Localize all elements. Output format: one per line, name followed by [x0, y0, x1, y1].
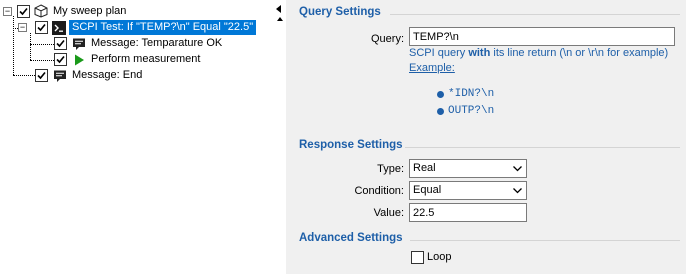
message-ok-checkbox[interactable]	[54, 37, 67, 50]
package-icon	[34, 4, 48, 18]
condition-label: Condition:	[354, 185, 404, 197]
scpi-test-expander[interactable]: −	[18, 23, 27, 32]
scpi-test-checkbox[interactable]	[35, 21, 48, 34]
bullet-icon	[437, 91, 444, 98]
collapse-icon: −	[4, 6, 11, 16]
query-label: Query:	[370, 33, 404, 45]
example-query[interactable]: *IDN?\n	[448, 88, 494, 100]
query-hint: SCPI query with its line return (\n or \…	[409, 46, 679, 60]
loop-checkbox[interactable]	[411, 251, 424, 264]
play-icon	[75, 54, 84, 66]
section-divider	[390, 14, 680, 15]
bullet-icon	[437, 108, 444, 115]
tree-line	[13, 75, 35, 76]
message-end-checkbox[interactable]	[35, 69, 48, 82]
type-select[interactable]: Real	[409, 159, 527, 178]
section-divider	[405, 147, 680, 148]
query-input[interactable]	[409, 27, 675, 46]
hint-bold-text: with	[468, 47, 491, 59]
chevron-down-icon	[513, 188, 522, 194]
sweep-plan-tree[interactable]: − My sweep plan − SCPI Test: If "TEMP?\n…	[0, 0, 283, 274]
loop-label[interactable]: Loop	[427, 251, 451, 263]
section-divider	[410, 240, 680, 241]
type-label: Type:	[377, 163, 404, 175]
condition-select[interactable]: Equal	[409, 181, 527, 200]
tree-line	[30, 44, 54, 45]
value-input[interactable]	[409, 203, 527, 222]
chevron-down-icon	[513, 166, 522, 172]
type-select-value: Real	[413, 162, 436, 174]
root-checkbox[interactable]	[17, 5, 30, 18]
collapse-icon: −	[19, 22, 26, 32]
value-label: Value:	[373, 207, 404, 219]
scroll-up-arrow-icon[interactable]	[277, 17, 283, 21]
tree-node-scpi-test[interactable]: SCPI Test: If "TEMP?\n" Equal "22.5"	[69, 20, 257, 35]
tree-node-message-ok[interactable]: Message: Temparature OK	[91, 36, 222, 51]
advanced-settings-heading: Advanced Settings	[299, 232, 403, 244]
hint-text: SCPI query	[409, 47, 469, 59]
condition-select-value: Equal	[413, 184, 442, 196]
tree-line	[30, 33, 31, 60]
tree-line	[13, 16, 14, 75]
tree-node-message-end[interactable]: Message: End	[72, 68, 142, 83]
query-settings-heading: Query Settings	[299, 6, 381, 18]
measurement-checkbox[interactable]	[54, 53, 67, 66]
tree-root-label[interactable]: My sweep plan	[53, 4, 126, 19]
hint-text: its line return (\n or \r\n for example)	[490, 47, 669, 59]
response-settings-heading: Response Settings	[299, 139, 403, 151]
example-link[interactable]: Example:	[409, 62, 455, 74]
message-icon	[54, 70, 66, 82]
terminal-icon	[52, 21, 66, 35]
message-icon	[73, 38, 85, 50]
tree-node-perform-measurement[interactable]: Perform measurement	[91, 52, 200, 67]
settings-panel: Query Settings Query: SCPI query with it…	[286, 0, 686, 274]
collapse-panel-arrow-icon[interactable]	[276, 5, 281, 13]
tree-line	[30, 60, 54, 61]
root-expander[interactable]: −	[3, 7, 12, 16]
example-query[interactable]: OUTP?\n	[448, 105, 494, 117]
